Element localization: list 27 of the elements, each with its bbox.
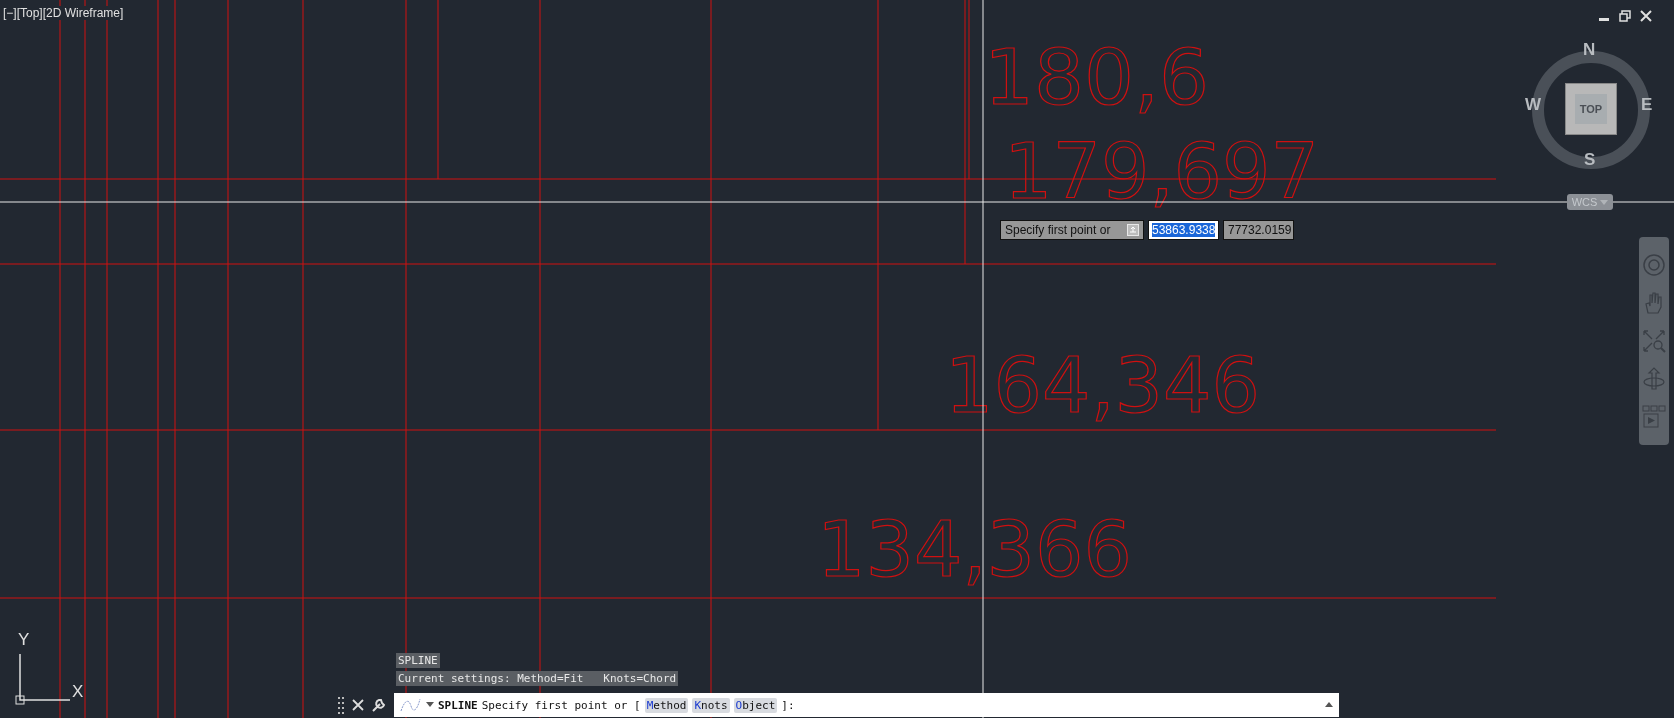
compass-east[interactable]: E [1641,95,1653,115]
viewcube-face[interactable]: TOP [1565,83,1617,135]
restore-icon[interactable] [1619,10,1631,22]
dimension-text: 180,6 [984,33,1202,122]
dynamic-input-prompt: Specify first point or [1000,220,1144,240]
history-caret-icon[interactable] [1325,702,1333,708]
x-coordinate-field[interactable]: 53863.9338 [1148,220,1219,240]
command-input-field[interactable]: SPLINE Specify first point or [ Method Knots Object ]: [394,693,1339,717]
viewport-label[interactable]: [−][Top][2D Wireframe] [3,6,124,20]
compass-north[interactable]: N [1583,40,1596,60]
close-icon[interactable] [352,699,364,711]
dimension-text: 179,697 [1004,127,1319,216]
close-icon[interactable] [1640,10,1652,22]
command-prompt-end: ]: [781,698,795,712]
command-option[interactable]: Object [733,697,778,713]
command-prompt: Specify first point or [ [481,698,641,712]
compass-west[interactable]: W [1525,95,1542,115]
command-option[interactable]: Method [644,697,689,713]
command-option[interactable]: Knots [692,697,730,713]
caret-icon[interactable] [426,702,434,708]
caret-icon [1600,200,1609,206]
y-axis-label: Y [18,630,30,650]
compass-south[interactable]: S [1584,150,1596,170]
x-axis-label: X [72,682,84,702]
command-name: SPLINE [438,698,478,712]
y-coordinate-field[interactable]: 77732.0159 [1223,220,1294,240]
grip-handle-icon[interactable] [337,695,345,715]
